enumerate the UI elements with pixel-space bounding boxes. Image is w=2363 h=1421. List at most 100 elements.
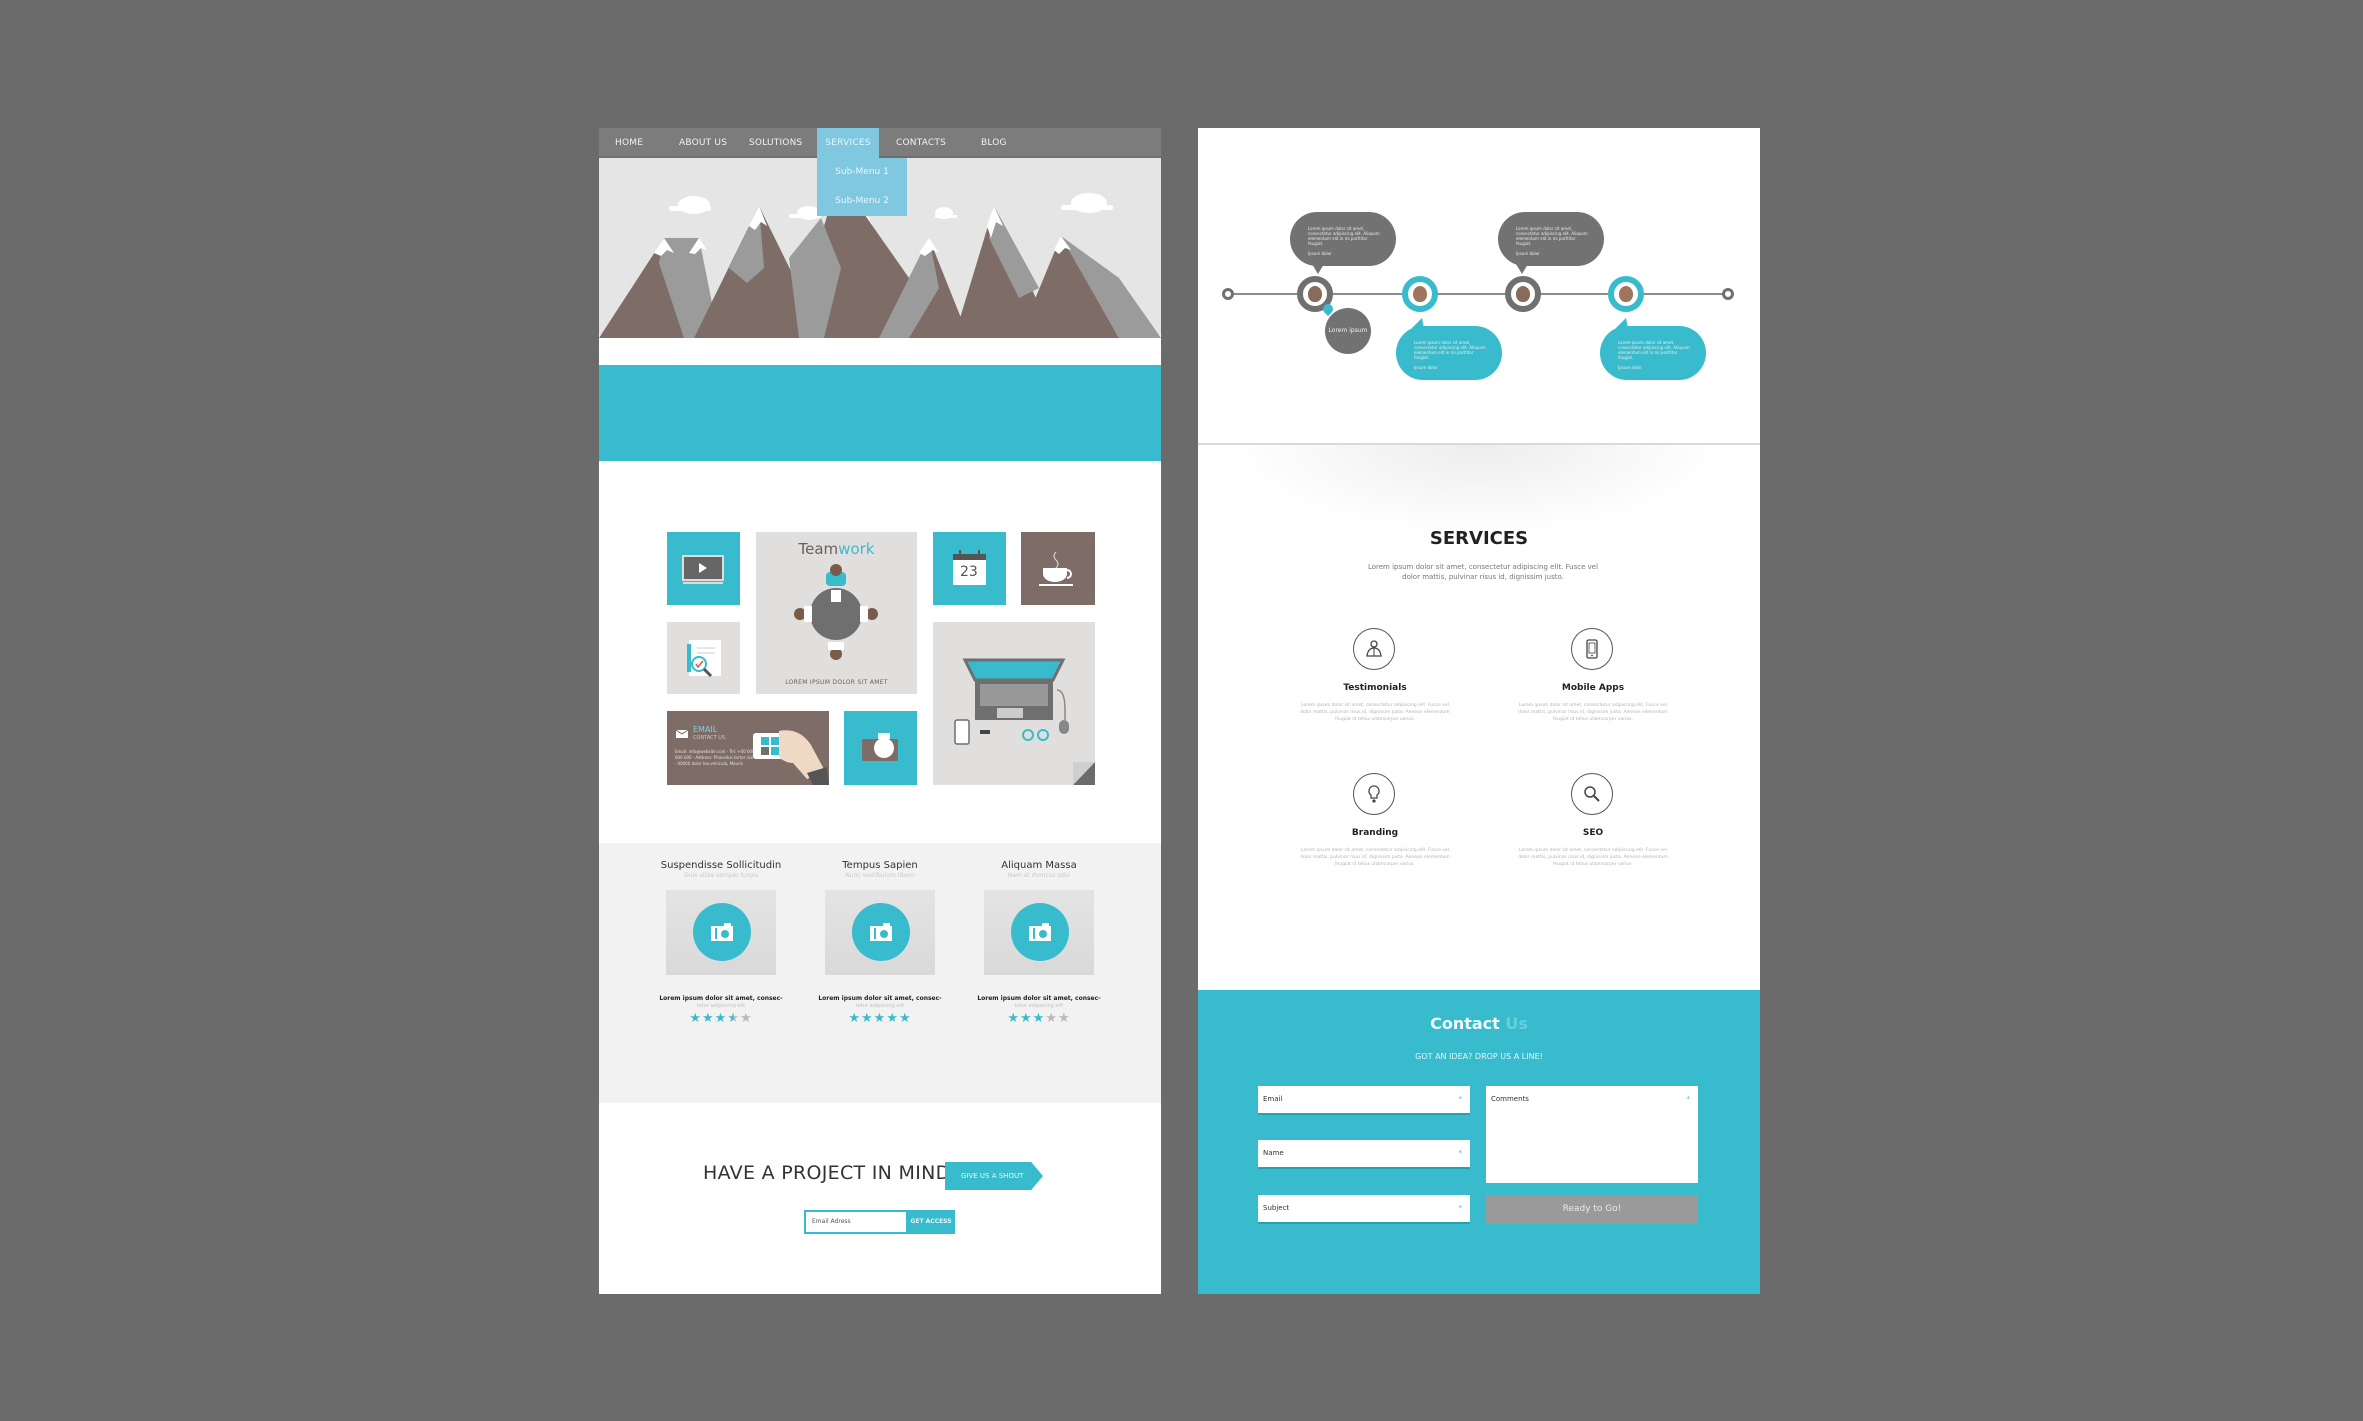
nav-services[interactable]: SERVICES [817, 128, 879, 158]
camera-icon [711, 923, 733, 941]
lightbulb-icon [1368, 785, 1380, 803]
bubble-tail [1516, 264, 1528, 274]
camera-icon [862, 733, 898, 761]
name-field[interactable]: Name * [1258, 1140, 1470, 1169]
nav-about-us[interactable]: ABOUT US [679, 128, 727, 158]
camera-icon [870, 923, 892, 941]
services-title: SERVICES [1429, 528, 1529, 549]
product-title: Suspendisse Sollicitudin [660, 860, 782, 871]
video-player-icon [682, 555, 724, 584]
testimonial-bubble: Lorem ipsum dolor sit amet, consectetur … [1290, 212, 1396, 266]
hero-teal-band [599, 365, 1161, 461]
nav-home[interactable]: HOME [615, 128, 643, 158]
services-submenu: Sub-Menu 1 Sub-Menu 2 [817, 158, 907, 216]
products-section: Suspendisse Sollicitudin Duis vitae semp… [599, 843, 1161, 1103]
zigzag-edge [599, 455, 1161, 461]
get-access-button[interactable]: GET ACCESS [907, 1210, 955, 1234]
email-field[interactable]: Email * [1258, 1086, 1470, 1115]
nav-solutions[interactable]: SOLUTIONS [749, 128, 802, 158]
testimonial-bubble: Lorem ipsum dolor sit amet, consectetur … [1600, 326, 1706, 380]
avatar-face [1516, 286, 1530, 302]
workspace-tile[interactable] [933, 622, 1095, 785]
submenu-item-2[interactable]: Sub-Menu 2 [817, 187, 907, 216]
mobile-icon [1586, 639, 1598, 659]
teamwork-tile[interactable]: Teamwork LOREM IPSUM DOLOR SIT AMET [756, 532, 917, 694]
required-mark: * [1686, 1095, 1691, 1103]
product-subtitle: Nam at rhoncus odio [1007, 872, 1071, 879]
people-icon [1366, 640, 1382, 657]
product-description: Lorem ipsum dolor sit amet, consec- [818, 995, 942, 1002]
nav-blog[interactable]: BLOG [981, 128, 1007, 158]
avatar-face [1413, 286, 1427, 302]
testimonial-bubble: Lorem ipsum dolor sit amet, consectetur … [1498, 212, 1604, 266]
product-subtitle: Nunc vestibulum libero [845, 872, 915, 879]
service-icon-circle [1571, 773, 1613, 815]
cta-heading: HAVE A PROJECT IN MIND? [703, 1162, 961, 1184]
email-tile-details: Email: info@website.com · Tel: +00 000 0… [675, 749, 755, 766]
calendar-tile[interactable]: 23 [933, 532, 1006, 605]
star-icon: ★ [1045, 1011, 1058, 1026]
coffee-tile[interactable] [1021, 532, 1095, 605]
bubble-tail [1312, 264, 1324, 274]
star-icon: ★ [727, 1011, 740, 1026]
avatar-face [1619, 286, 1633, 302]
product-title: Aliquam Massa [1001, 860, 1077, 871]
service-name: SEO [1582, 828, 1604, 838]
product-image [825, 890, 935, 975]
checklist-tile[interactable] [667, 622, 740, 694]
camera-tile[interactable] [844, 711, 917, 785]
star-icon: ★ [714, 1011, 728, 1026]
star-icon: ★ [689, 1011, 703, 1026]
coffee-cup-icon [1039, 551, 1073, 586]
video-tile[interactable] [667, 532, 740, 605]
avatar-face [1308, 286, 1322, 302]
ready-to-go-button[interactable]: Ready to Go! [1486, 1195, 1698, 1224]
email-address-input[interactable]: Email Adress [804, 1210, 908, 1234]
nav-contacts[interactable]: CONTACTS [896, 128, 946, 158]
timeline-start-dot [1222, 288, 1234, 300]
service-text: Lorem ipsum dolor sit amet, consectetur … [1300, 703, 1450, 722]
timeline-avatar[interactable] [1402, 276, 1438, 312]
star-icon: ★ [873, 1011, 887, 1026]
contact-subtitle: GOT AN IDEA? DROP US A LINE! [1415, 1052, 1543, 1061]
star-icon: ★ [1057, 1011, 1071, 1026]
timeline-end-dot [1722, 288, 1734, 300]
star-icon: ★ [1032, 1011, 1046, 1026]
required-mark: * [1458, 1204, 1463, 1212]
star-icon: ★ [861, 1011, 874, 1026]
landing-page-mockup-right: Lorem ipsum dolor sit amet, consectetur … [1198, 128, 1760, 1294]
service-text: Lorem ipsum dolor sit amet, consectetur … [1518, 703, 1668, 722]
contact-section: Contact Us GOT AN IDEA? DROP US A LINE! … [1198, 990, 1760, 1294]
required-mark: * [1458, 1149, 1463, 1157]
star-icon: ★ [898, 1011, 912, 1026]
landing-page-mockup-left: HOME ABOUT US SOLUTIONS SERVICES CONTACT… [599, 128, 1161, 1294]
star-icon: ★ [739, 1011, 753, 1026]
product-image [984, 890, 1094, 975]
star-icon: ★ [1020, 1011, 1033, 1026]
hand-phone-icon [753, 730, 829, 785]
required-mark: * [1458, 1095, 1463, 1103]
product-icon-circle [693, 903, 751, 961]
subject-field[interactable]: Subject * [1258, 1195, 1470, 1224]
star-rating: ★★★★★ [646, 1011, 796, 1026]
service-name: Testimonials [1343, 683, 1407, 693]
service-name: Mobile Apps [1561, 683, 1625, 693]
email-contact-tile[interactable]: EMAIL CONTACT US Email: info@website.com … [667, 711, 829, 785]
product-image [666, 890, 776, 975]
comments-textarea[interactable]: Comments * [1486, 1086, 1698, 1183]
team-meeting-icon [794, 564, 878, 660]
submenu-item-1[interactable]: Sub-Menu 1 [817, 158, 907, 187]
email-tile-title: EMAIL CONTACT US [693, 725, 726, 741]
service-icon-circle [1353, 773, 1395, 815]
service-text: Lorem ipsum dolor sit amet, consectetur … [1300, 848, 1450, 867]
give-us-a-shout-button[interactable]: GIVE US A SHOUT [945, 1162, 1043, 1190]
timeline-avatar[interactable] [1505, 276, 1541, 312]
testimonial-bubble: Lorem ipsum dolor sit amet, consectetur … [1396, 326, 1502, 380]
product-description: Lorem ipsum dolor sit amet, consec- [977, 995, 1101, 1002]
product-subtitle: Duis vitae semper turpis [684, 872, 758, 879]
camera-icon [1029, 923, 1051, 941]
teamwork-caption: LOREM IPSUM DOLOR SIT AMET [785, 679, 888, 686]
timeline-avatar[interactable] [1608, 276, 1644, 312]
calendar-day: 23 [960, 564, 978, 580]
services-description: Lorem ipsum dolor sit amet, consectetur … [1367, 563, 1599, 581]
